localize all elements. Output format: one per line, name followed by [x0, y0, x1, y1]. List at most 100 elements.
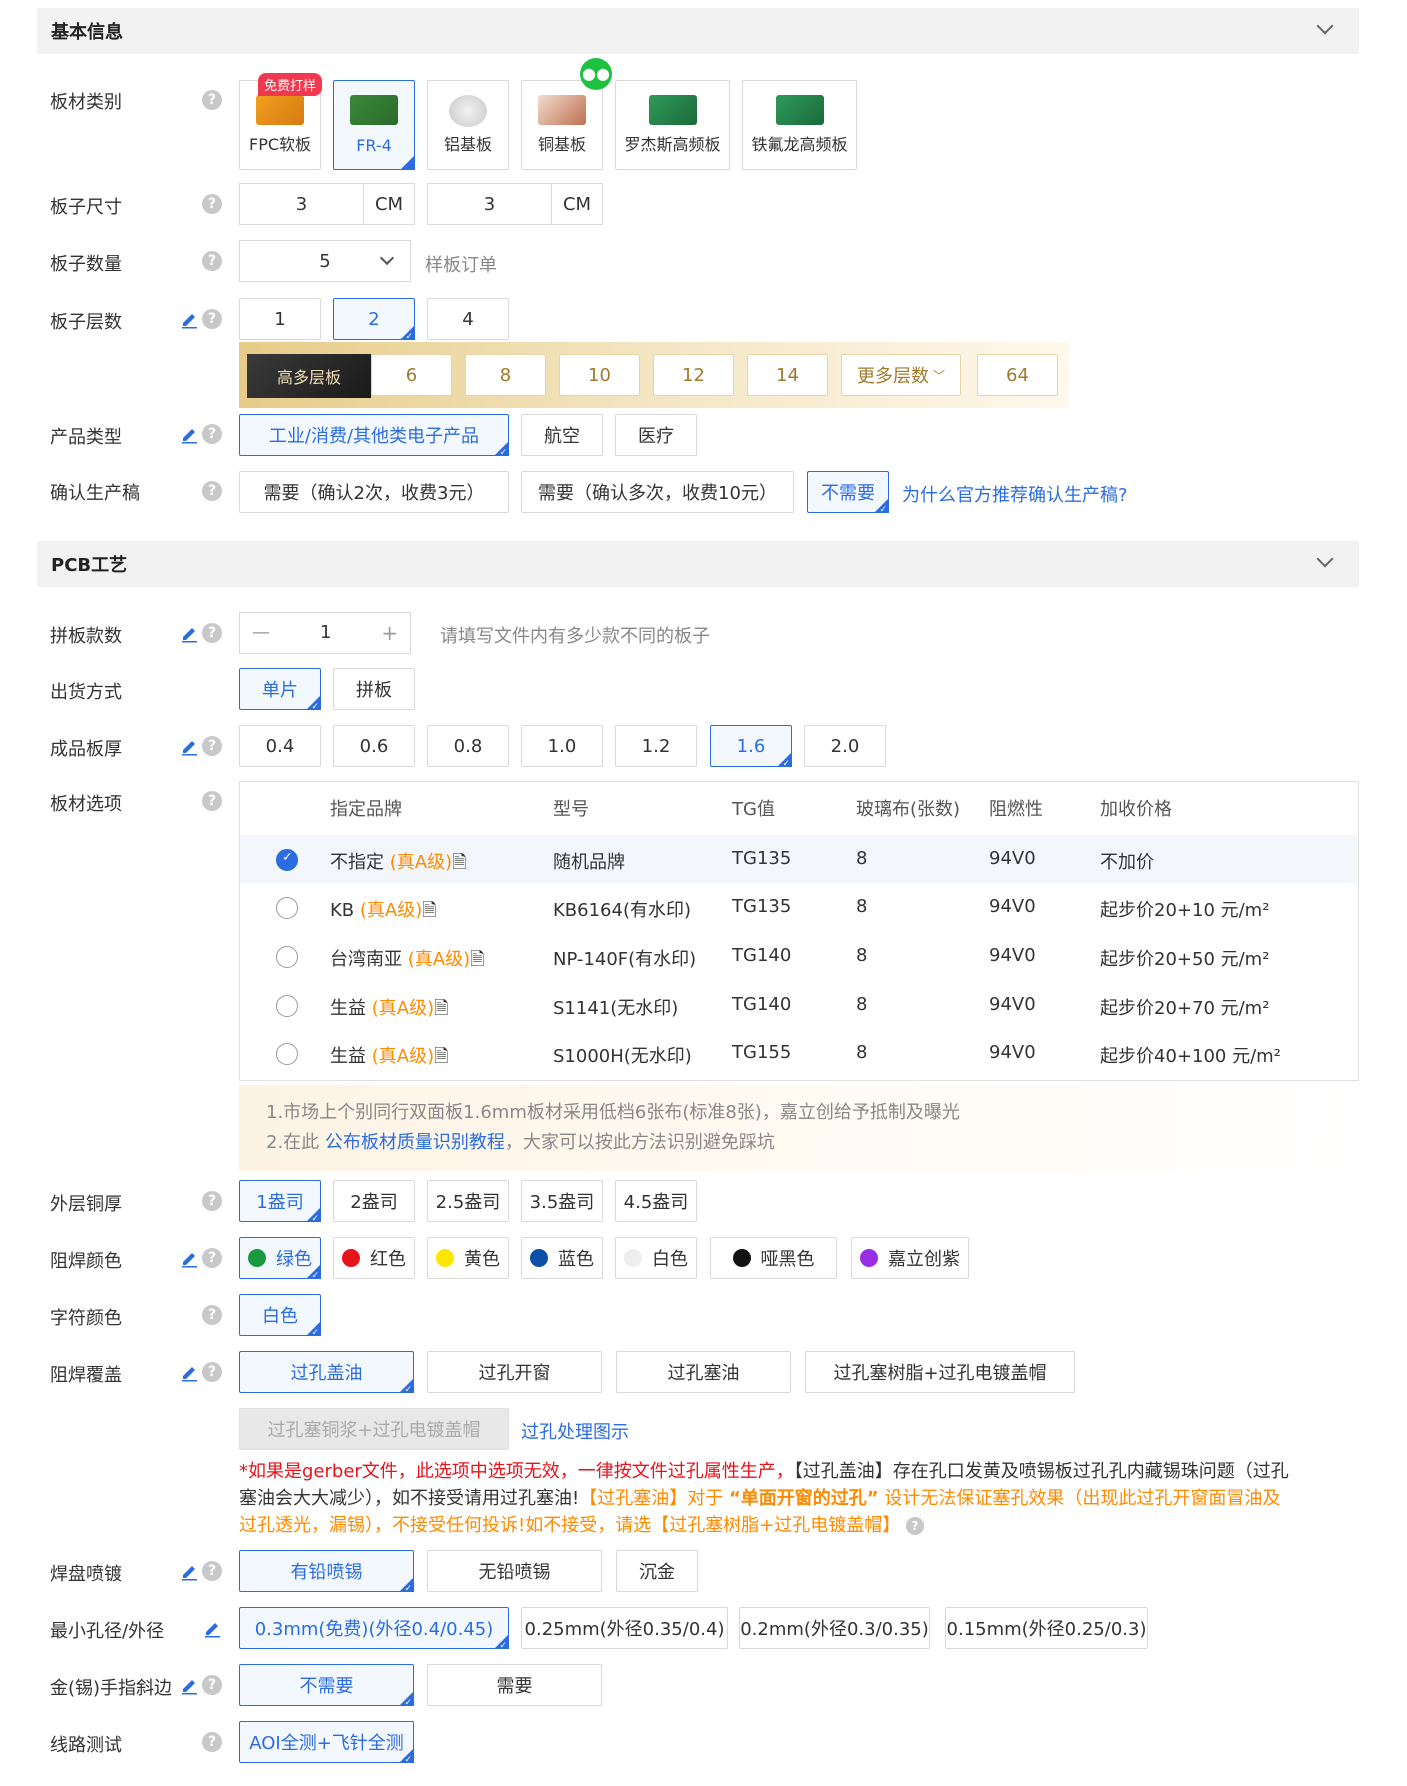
help-icon[interactable]: ? [202, 1191, 222, 1211]
help-icon[interactable]: ? [202, 791, 222, 811]
confirm-multiple[interactable]: 需要（确认多次，收费10元） [521, 471, 794, 513]
layer-4[interactable]: 4 [427, 298, 509, 340]
table-row[interactable]: 生益 (真A级)🗎 S1141(无水印) TG140 8 94V0 起步价20+… [240, 981, 1358, 1029]
hole-0.15mm[interactable]: 0.15mm(外径0.25/0.3) [945, 1607, 1148, 1649]
pencil-icon[interactable] [179, 1561, 199, 1581]
material-rogers[interactable]: 罗杰斯高频板 [615, 80, 730, 170]
row-radio[interactable] [276, 995, 298, 1017]
via-illustration-link[interactable]: 过孔处理图示 [521, 1418, 629, 1444]
delivery-single[interactable]: 单片 [239, 668, 321, 712]
minus-button[interactable]: — [252, 622, 270, 643]
copper-2.5oz[interactable]: 2.5盎司 [427, 1180, 509, 1222]
via-tented[interactable]: 过孔盖油 [239, 1351, 414, 1395]
table-row[interactable]: 台湾南亚 (真A级)🗎 NP-140F(有水印) TG140 8 94V0 起步… [240, 932, 1358, 980]
help-icon[interactable]: ? [202, 1732, 222, 1752]
pencil-icon[interactable] [179, 1675, 199, 1695]
layer-64[interactable]: 64 [977, 354, 1058, 396]
pencil-icon[interactable] [179, 424, 199, 444]
help-icon[interactable]: ? [202, 623, 222, 643]
surface-enig[interactable]: 沉金 [616, 1550, 698, 1592]
layer-12[interactable]: 12 [653, 354, 734, 396]
copper-4.5oz[interactable]: 4.5盎司 [615, 1180, 697, 1222]
layer-14[interactable]: 14 [747, 354, 828, 396]
silk-white[interactable]: 白色 [239, 1294, 321, 1338]
pencil-icon[interactable] [179, 309, 199, 329]
section-basic-header[interactable]: 基本信息 [37, 8, 1359, 54]
table-row[interactable]: 不指定 (真A级)🗎 随机品牌 TG135 8 94V0 不加价 [240, 835, 1358, 883]
panel-count-value[interactable]: 1 [320, 622, 331, 643]
surface-hasl-lead[interactable]: 有铅喷锡 [239, 1550, 414, 1594]
confirm-twice[interactable]: 需要（确认2次，收费3元） [239, 471, 509, 513]
mask-matte-black[interactable]: 哑黑色 [710, 1237, 837, 1279]
test-aoi-flying-probe[interactable]: AOI全测+飞针全测 [239, 1721, 414, 1765]
pencil-icon[interactable] [179, 1362, 199, 1382]
help-icon[interactable]: ? [202, 481, 222, 501]
via-open[interactable]: 过孔开窗 [427, 1351, 602, 1393]
layer-6[interactable]: 6 [371, 354, 452, 396]
layer-10[interactable]: 10 [559, 354, 640, 396]
help-icon[interactable]: ? [202, 90, 222, 110]
row-radio[interactable] [276, 849, 298, 871]
hole-0.2mm[interactable]: 0.2mm(外径0.3/0.35) [739, 1607, 930, 1649]
row-radio[interactable] [276, 897, 298, 919]
thickness-0.6[interactable]: 0.6 [333, 725, 415, 767]
hole-0.3mm[interactable]: 0.3mm(免费)(外径0.4/0.45) [239, 1607, 509, 1651]
copper-2oz[interactable]: 2盎司 [333, 1180, 415, 1222]
help-icon[interactable]: ? [202, 309, 222, 329]
material-teflon[interactable]: 铁氟龙高频板 [742, 80, 857, 170]
thickness-1.6[interactable]: 1.6 [710, 725, 792, 769]
document-icon[interactable]: 🗎 [470, 949, 484, 970]
thickness-2.0[interactable]: 2.0 [804, 725, 886, 767]
help-icon[interactable]: ? [202, 1675, 222, 1695]
mask-red[interactable]: 红色 [333, 1237, 415, 1279]
help-icon[interactable]: ? [906, 1517, 925, 1535]
document-icon[interactable]: 🗎 [434, 1046, 448, 1067]
via-plugged[interactable]: 过孔塞油 [616, 1351, 791, 1393]
table-row[interactable]: KB (真A级)🗎 KB6164(有水印) TG135 8 94V0 起步价20… [240, 883, 1358, 931]
row-radio[interactable] [276, 1043, 298, 1065]
help-icon[interactable]: ? [202, 736, 222, 756]
document-icon[interactable]: 🗎 [434, 998, 448, 1019]
height-input[interactable]: 3 [427, 183, 552, 225]
via-resin-cap[interactable]: 过孔塞树脂+过孔电镀盖帽 [805, 1351, 1075, 1393]
material-aluminum[interactable]: 铝基板 [427, 80, 509, 170]
help-icon[interactable]: ? [202, 194, 222, 214]
mask-white[interactable]: 白色 [615, 1237, 697, 1279]
wechat-icon[interactable]: ●● [580, 58, 612, 90]
copper-1oz[interactable]: 1盎司 [239, 1180, 321, 1224]
help-icon[interactable]: ? [202, 1248, 222, 1268]
chevron-down-icon[interactable] [1316, 17, 1334, 35]
product-industrial[interactable]: 工业/消费/其他类电子产品 [239, 414, 509, 458]
chevron-down-icon[interactable] [1316, 550, 1334, 568]
material-copper[interactable]: 铜基板 [521, 80, 603, 170]
delivery-panel[interactable]: 拼板 [333, 668, 415, 710]
document-icon[interactable]: 🗎 [452, 852, 466, 873]
row-radio[interactable] [276, 946, 298, 968]
help-icon[interactable]: ? [202, 424, 222, 444]
panel-count-stepper[interactable]: — 1 + [239, 612, 411, 654]
mask-green[interactable]: 绿色 [239, 1237, 321, 1281]
confirm-why-link[interactable]: 为什么官方推荐确认生产稿? [902, 481, 1128, 507]
table-row[interactable]: 生益 (真A级)🗎 S1000H(无水印) TG155 8 94V0 起步价40… [240, 1029, 1358, 1077]
copper-3.5oz[interactable]: 3.5盎司 [521, 1180, 603, 1222]
material-fr4[interactable]: FR-4 [333, 80, 415, 170]
thickness-1.0[interactable]: 1.0 [521, 725, 603, 767]
document-icon[interactable]: 🗎 [422, 900, 436, 921]
quality-tutorial-link[interactable]: 公布板材质量识别教程 [325, 1132, 505, 1153]
thickness-1.2[interactable]: 1.2 [615, 725, 697, 767]
finger-yes[interactable]: 需要 [427, 1664, 602, 1706]
mask-blue[interactable]: 蓝色 [521, 1237, 603, 1279]
surface-hasl-leadfree[interactable]: 无铅喷锡 [427, 1550, 602, 1592]
pencil-icon[interactable] [179, 623, 199, 643]
mask-yellow[interactable]: 黄色 [427, 1237, 509, 1279]
plus-button[interactable]: + [381, 621, 398, 645]
layer-8[interactable]: 8 [465, 354, 546, 396]
pencil-icon[interactable] [179, 736, 199, 756]
pencil-icon[interactable] [179, 1248, 199, 1268]
thickness-0.4[interactable]: 0.4 [239, 725, 321, 767]
finger-no[interactable]: 不需要 [239, 1664, 414, 1708]
thickness-0.8[interactable]: 0.8 [427, 725, 509, 767]
product-medical[interactable]: 医疗 [615, 414, 697, 456]
layer-1[interactable]: 1 [239, 298, 321, 340]
section-pcb-header[interactable]: PCB工艺 [37, 541, 1359, 587]
